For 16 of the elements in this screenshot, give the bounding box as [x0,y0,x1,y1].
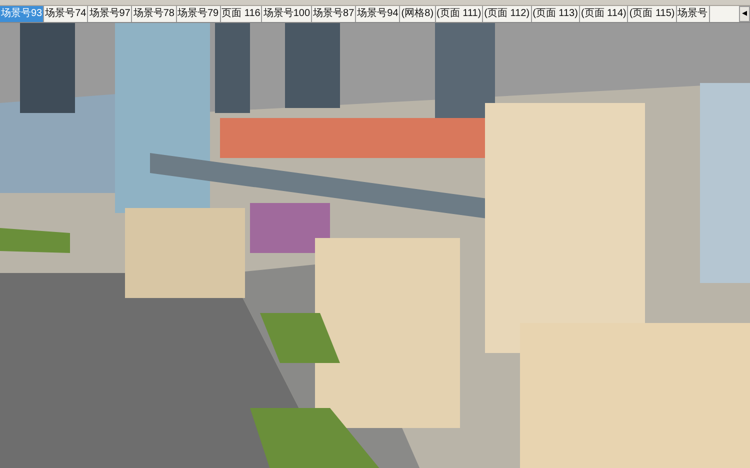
scene-tab[interactable]: (页面 115) [628,6,677,22]
scene-tab[interactable]: 场景号 [676,6,710,22]
scene-tab[interactable]: 场景号78 [132,6,176,22]
scene-tab[interactable]: 场景号79 [176,6,221,22]
scene-tab[interactable]: 场景号94 [356,6,400,22]
scene-tab[interactable]: 场景号74 [44,6,88,22]
scene-tab[interactable]: (页面 111) [436,6,484,22]
scene-tab[interactable]: 场景号97 [88,6,132,22]
scene-tab[interactable]: 场景号87 [312,6,356,22]
scene-tab[interactable]: 页面 116 [220,6,262,22]
scene-tab[interactable]: (网格8) [400,6,436,22]
scene-tab[interactable]: (页面 113) [532,6,580,22]
scene-tab[interactable]: (页面 112) [483,6,532,22]
tab-scroll-button[interactable]: ◂ [738,6,750,22]
scene-tab[interactable]: (页面 114) [580,6,628,22]
scene-tab[interactable]: 场景号100 [262,6,312,22]
